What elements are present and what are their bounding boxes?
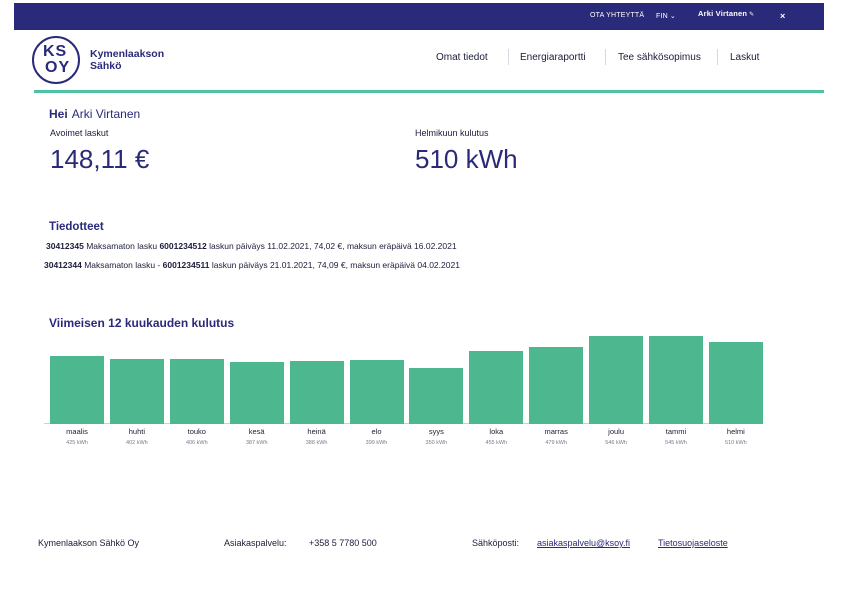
chart-category-label: joulu xyxy=(608,427,625,436)
user-menu[interactable]: Arki Virtanen ✎ xyxy=(698,9,754,18)
consumption-value[interactable]: 510 kWh xyxy=(415,144,518,175)
edit-icon: ✎ xyxy=(749,12,755,18)
header: KS OY Kymenlaakson Sähkö Omat tiedot Ene… xyxy=(0,30,842,92)
chart-bar-column[interactable]: elo 399 kWh xyxy=(349,332,404,450)
nav-energy-report[interactable]: Energiaraportti xyxy=(520,52,586,63)
brand-name[interactable]: Kymenlaakson Sähkö xyxy=(90,48,164,72)
logo[interactable]: KS OY xyxy=(32,36,80,84)
chart-bar-column[interactable]: heinä 388 kWh xyxy=(289,332,344,450)
chart-bar[interactable] xyxy=(409,367,464,424)
language-label: FIN xyxy=(656,13,668,20)
chart-bar[interactable] xyxy=(708,341,763,424)
chart-bar-column[interactable]: joulu 546 kWh xyxy=(589,332,644,450)
news-invoice-number: 6001234511 xyxy=(162,260,210,270)
chart-value-label: 387 kWh xyxy=(245,440,268,446)
footer-email-link[interactable]: asiakaspalvelu@ksoy.fi xyxy=(537,538,630,548)
chart-bar[interactable] xyxy=(469,350,524,424)
chart-value-label: 402 kWh xyxy=(126,440,148,446)
news-title: Tiedotteet xyxy=(49,221,104,233)
news-details: laskun päiväys 21.01.2021, 74,09 €, maks… xyxy=(211,260,460,270)
chevron-down-icon: ⌄ xyxy=(669,13,676,20)
chart-bar-column[interactable]: syys 350 kWh xyxy=(409,332,464,450)
chart-category-label: helmi xyxy=(726,427,745,436)
chart-bar[interactable] xyxy=(529,346,584,424)
header-accent-line xyxy=(34,90,824,93)
chart-value-label: 425 kWh xyxy=(66,440,88,446)
top-bar: OTA YHTEYTTÄ FIN ⌄ Arki Virtanen ✎ × xyxy=(14,3,824,30)
greeting-name: Arki Virtanen xyxy=(71,107,141,121)
chart-bar[interactable] xyxy=(169,358,224,424)
greeting-hello: Hei xyxy=(49,107,68,121)
chart-value-label: 545 kWh xyxy=(665,440,687,446)
chart-bar[interactable] xyxy=(109,359,164,424)
brand-name-line1: Kymenlaakson xyxy=(90,48,165,60)
footer-customer-service-label: Asiakaspalvelu: xyxy=(224,538,287,548)
chart-value-label: 455 kWh xyxy=(485,440,508,446)
chart-bar-column[interactable]: loka 455 kWh xyxy=(469,332,524,450)
contact-link[interactable]: OTA YHTEYTTÄ xyxy=(590,12,644,19)
logo-text-bottom: OY xyxy=(45,59,71,76)
chart-bar-column[interactable]: touko 406 kWh xyxy=(169,332,224,450)
chart-category-label: maalis xyxy=(66,427,88,436)
chart-bar-column[interactable]: huhti 402 kWh xyxy=(109,332,164,450)
consumption-bar-chart: maalis 425 kWh huhti 402 kWh touko 406 kWh kes… xyxy=(44,332,764,450)
user-name: Arki Virtanen xyxy=(698,9,748,18)
chart-category-label: syys xyxy=(428,427,444,436)
news-text: Maksamaton lasku - xyxy=(84,260,161,270)
chart-bar-column[interactable]: tammi 545 kWh xyxy=(649,332,703,450)
footer-email-label: Sähköposti: xyxy=(472,538,520,548)
news-ref: 30412344 xyxy=(44,260,82,270)
nav-make-contract[interactable]: Tee sähkösopimus xyxy=(618,52,701,63)
chart-bar-column[interactable]: kesä 387 kWh xyxy=(229,332,284,450)
nav-divider xyxy=(508,49,509,65)
chart-bar-column[interactable]: helmi 510 kWh xyxy=(708,332,763,450)
news-ref: 30412345 xyxy=(46,241,84,251)
chart-value-label: 406 kWh xyxy=(185,440,208,446)
news-text: Maksamaton lasku xyxy=(86,241,158,251)
chart-category-label: elo xyxy=(371,427,382,436)
nav-own-info[interactable]: Omat tiedot xyxy=(436,52,488,63)
chart-bar[interactable] xyxy=(649,336,703,424)
chart-value-label: 388 kWh xyxy=(305,440,328,446)
chart-value-label: 546 kWh xyxy=(605,440,627,446)
brand-name-line2: Sähkö xyxy=(90,60,122,72)
chart-bar[interactable] xyxy=(349,359,404,424)
chart-category-label: loka xyxy=(489,427,504,436)
language-selector[interactable]: FIN ⌄ xyxy=(656,12,676,20)
footer-privacy-link[interactable]: Tietosuojaseloste xyxy=(658,538,728,548)
open-invoices-label: Avoimet laskut xyxy=(50,128,109,138)
greeting: Hei Arki Virtanen xyxy=(49,107,140,121)
chart-bar[interactable] xyxy=(50,355,104,424)
chart-value-label: 350 kWh xyxy=(425,440,448,446)
footer-phone[interactable]: +358 5 7780 500 xyxy=(309,538,377,548)
chart-bar-column[interactable]: marras 479 kWh xyxy=(529,332,584,450)
chart-category-label: marras xyxy=(544,427,568,436)
nav-divider xyxy=(605,49,606,65)
news-invoice-number: 6001234512 xyxy=(159,241,207,251)
chart-bar[interactable] xyxy=(589,336,644,424)
consumption-label: Helmikuun kulutus xyxy=(415,128,489,138)
chart-bar[interactable] xyxy=(229,361,284,424)
chart-value-label: 510 kWh xyxy=(725,440,747,446)
close-icon[interactable]: × xyxy=(780,11,785,21)
nav-invoices[interactable]: Laskut xyxy=(730,52,759,63)
footer-company: Kymenlaakson Sähkö Oy xyxy=(38,538,140,548)
news-item[interactable]: 30412344 Maksamaton lasku - 6001234511 l… xyxy=(44,260,460,270)
chart-category-label: touko xyxy=(187,427,206,436)
chart-bar[interactable] xyxy=(289,361,344,424)
chart-value-label: 479 kWh xyxy=(545,440,568,446)
chart-category-label: huhti xyxy=(128,427,146,436)
open-invoices-value[interactable]: 148,11 € xyxy=(50,144,149,175)
chart-value-label: 399 kWh xyxy=(365,440,388,446)
nav-divider xyxy=(717,49,718,65)
chart-title: Viimeisen 12 kuukauden kulutus xyxy=(49,316,235,330)
news-item[interactable]: 30412345 Maksamaton lasku 6001234512 las… xyxy=(46,241,457,251)
news-details: laskun päiväys 11.02.2021, 74,02 €, maks… xyxy=(209,241,457,251)
chart-category-label: tammi xyxy=(665,427,687,436)
chart-category-label: heinä xyxy=(307,427,326,436)
chart-category-label: kesä xyxy=(248,427,265,436)
chart-bar-column[interactable]: maalis 425 kWh xyxy=(50,332,104,450)
